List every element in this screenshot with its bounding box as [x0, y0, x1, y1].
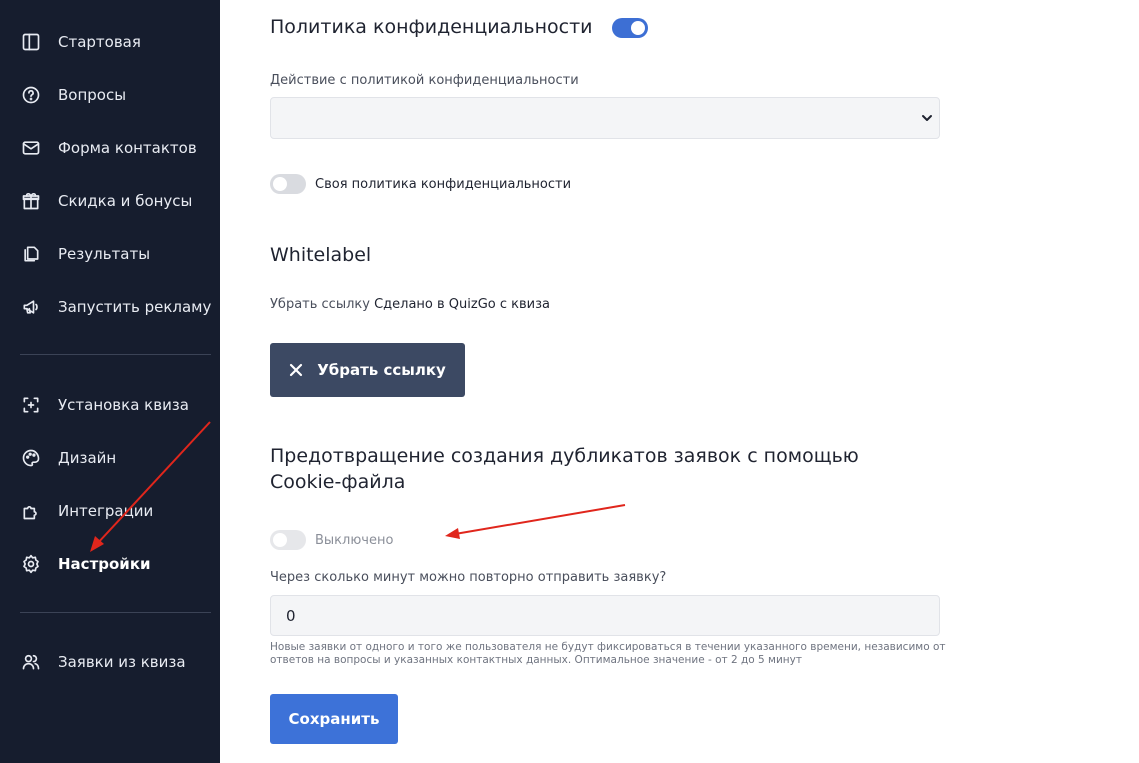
sidebar-item-label: Скидка и бонусы [58, 192, 193, 210]
sidebar-item-questions[interactable]: Вопросы [20, 80, 126, 110]
whitelabel-description: Убрать ссылку Сделано в QuizGo с квиза [270, 297, 550, 312]
sidebar-item-label: Стартовая [58, 33, 141, 51]
duplicates-title-line1: Предотвращение создания дубликатов заяво… [270, 445, 859, 467]
sidebar: Стартовая Вопросы Форма контактов Скидка… [0, 0, 220, 763]
whitelabel-desc-link: Сделано в QuizGo с квиза [374, 297, 550, 312]
privacy-action-select[interactable] [270, 97, 940, 139]
whitelabel-title: Whitelabel [270, 244, 372, 266]
toggle-knob [273, 177, 287, 191]
sidebar-item-results[interactable]: Результаты [20, 239, 150, 269]
users-icon [20, 651, 42, 673]
sidebar-item-contact-form[interactable]: Форма контактов [20, 133, 197, 163]
toggle-knob [631, 21, 645, 35]
sidebar-divider [20, 354, 211, 355]
sidebar-item-integrations[interactable]: Интеграции [20, 496, 153, 526]
sidebar-item-install[interactable]: Установка квиза [20, 390, 189, 420]
minutes-input[interactable] [270, 595, 940, 636]
chevron-down-icon [922, 115, 932, 121]
sidebar-item-settings[interactable]: Настройки [20, 549, 151, 579]
gear-icon [20, 553, 42, 575]
sidebar-item-label: Результаты [58, 245, 151, 263]
add-frame-icon [20, 394, 42, 416]
sidebar-item-label: Форма контактов [58, 139, 197, 157]
sidebar-item-start[interactable]: Стартовая [20, 27, 141, 57]
mail-icon [20, 137, 42, 159]
duplicates-toggle-label: Выключено [315, 533, 394, 548]
hint-line1: Новые заявки от одного и того же пользов… [270, 641, 946, 653]
remove-link-label: Убрать ссылку [317, 361, 446, 379]
question-circle-icon [20, 84, 42, 106]
hint-line2: ответов на вопросы и указанных контактны… [270, 654, 802, 666]
sidebar-item-label: Вопросы [58, 86, 127, 104]
close-icon [290, 363, 303, 377]
duplicates-title-line2: Cookie-файла [270, 471, 406, 493]
sidebar-item-label: Установка квиза [58, 396, 189, 414]
sidebar-item-label: Заявки из квиза [58, 653, 186, 671]
sidebar-item-discount[interactable]: Скидка и бонусы [20, 186, 192, 216]
megaphone-icon [20, 296, 42, 318]
duplicates-toggle[interactable] [270, 530, 306, 550]
layout-icon [20, 31, 42, 53]
custom-policy-label: Своя политика конфиденциальности [315, 177, 572, 192]
toggle-knob [273, 533, 287, 547]
save-button[interactable]: Сохранить [270, 694, 398, 744]
annotation-arrow [445, 504, 626, 539]
custom-policy-toggle[interactable] [270, 174, 306, 194]
sidebar-item-label: Настройки [58, 555, 151, 573]
whitelabel-desc-prefix: Убрать ссылку [270, 297, 370, 312]
sidebar-item-ads[interactable]: Запустить рекламу [20, 292, 211, 322]
minutes-label: Через сколько минут можно повторно отпра… [270, 570, 667, 585]
remove-link-button[interactable]: Убрать ссылку [270, 343, 465, 397]
sidebar-item-label: Интеграции [58, 502, 154, 520]
privacy-section-title: Политика конфиденциальности [270, 16, 593, 38]
sidebar-item-label: Запустить рекламу [58, 298, 212, 316]
sidebar-item-design[interactable]: Дизайн [20, 443, 116, 473]
puzzle-icon [20, 500, 42, 522]
palette-icon [20, 447, 42, 469]
sidebar-divider [20, 612, 211, 613]
gift-icon [20, 190, 42, 212]
privacy-action-label: Действие с политикой конфиденциальности [270, 73, 579, 88]
minutes-hint: Новые заявки от одного и того же пользов… [270, 641, 960, 667]
sidebar-item-label: Дизайн [58, 449, 117, 467]
privacy-toggle[interactable] [612, 18, 648, 38]
copy-icon [20, 243, 42, 265]
sidebar-item-leads[interactable]: Заявки из квиза [20, 647, 186, 677]
duplicates-title: Предотвращение создания дубликатов заяво… [270, 443, 859, 495]
